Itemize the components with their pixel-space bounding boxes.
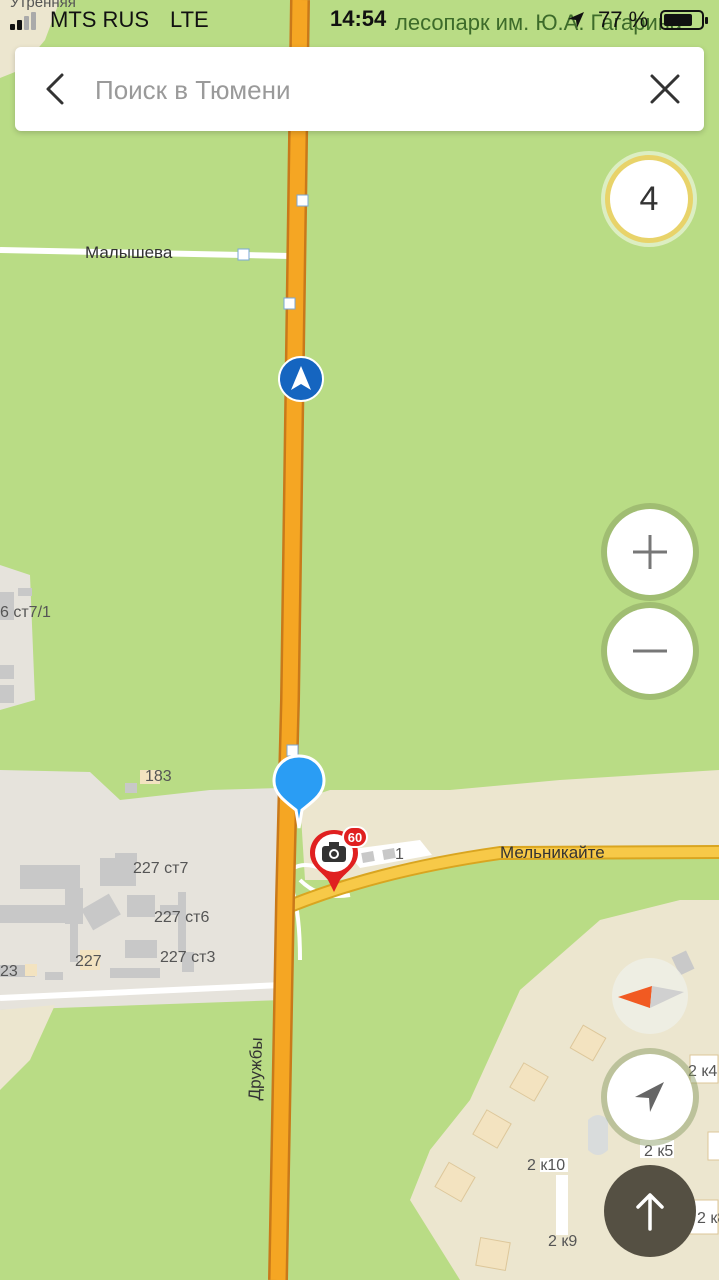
building-label: 227 ст3	[160, 949, 216, 966]
speed-camera-icon[interactable]: 60	[306, 826, 370, 894]
status-time: 14:54	[330, 6, 387, 31]
building-label: 227 ст6	[154, 909, 210, 926]
street-label-melnikaite: Мельникайте	[500, 843, 605, 862]
destination-pin-icon[interactable]	[272, 754, 326, 830]
battery-percent: 77 %	[598, 7, 649, 32]
plus-icon	[633, 535, 667, 569]
chevron-left-icon	[46, 73, 64, 105]
search-input[interactable]	[93, 69, 617, 111]
route-button[interactable]	[604, 1165, 696, 1257]
status-bar: MTS RUS LTE 14:54 77 %	[0, 0, 719, 40]
building-label: 2 к10	[527, 1157, 566, 1174]
speed-limit-badge: 60	[342, 826, 368, 848]
building-label: 6 ст7/1	[0, 604, 51, 621]
building-label: 227 ст7	[133, 860, 189, 877]
building-label: 227	[75, 953, 102, 970]
building-label: 23	[0, 963, 18, 980]
user-location-arrow-icon[interactable]	[278, 356, 324, 402]
traffic-level-button[interactable]: 4	[605, 155, 693, 243]
network-type: LTE	[170, 7, 209, 32]
building-label: 1	[395, 846, 404, 863]
arrow-up-icon	[636, 1193, 664, 1231]
zoom-in-button[interactable]	[607, 509, 693, 595]
speed-limit-value: 60	[347, 829, 363, 845]
compass-button[interactable]	[612, 958, 688, 1034]
clear-search-button[interactable]	[645, 69, 685, 109]
building-label: 2 к9	[548, 1233, 578, 1250]
my-location-button[interactable]	[607, 1054, 693, 1140]
battery-icon	[660, 10, 708, 30]
street-label-malysheva: Малышева	[85, 243, 173, 262]
building-label: 2 к4	[688, 1063, 718, 1080]
navigation-arrow-icon	[635, 1082, 664, 1112]
building-label: 2 к8	[697, 1210, 719, 1227]
carrier-name: MTS RUS	[50, 7, 149, 32]
signal-strength-icon	[10, 12, 40, 30]
back-button[interactable]	[37, 69, 77, 109]
street-label-druzhby: Дружбы	[245, 1037, 267, 1101]
location-services-icon	[568, 12, 584, 28]
close-icon	[650, 74, 680, 104]
building-label: 183	[145, 768, 172, 785]
search-bar	[15, 47, 704, 131]
zoom-out-button[interactable]	[607, 608, 693, 694]
building-label: 2 к5	[644, 1143, 674, 1160]
traffic-level-value: 4	[639, 179, 659, 218]
minus-icon	[633, 649, 667, 653]
